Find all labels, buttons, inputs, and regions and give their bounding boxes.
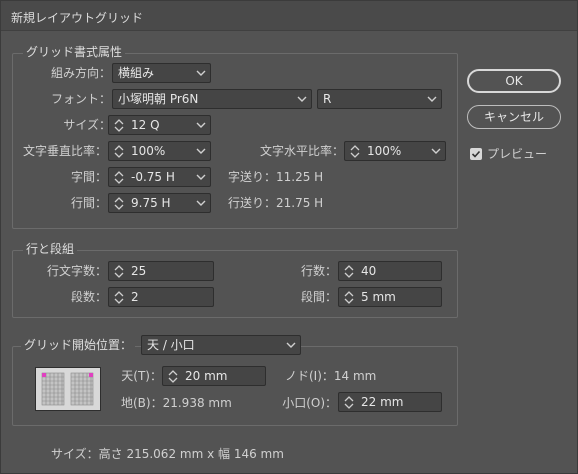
lines-columns-legend: 行と段組 [23, 242, 78, 256]
char-aki-combo[interactable]: -0.75 H [108, 167, 211, 187]
lines-value: 40 [361, 264, 377, 278]
line-gap-combo[interactable]: 9.75 H [108, 193, 211, 213]
gutter-field[interactable]: 5 mm [338, 287, 442, 307]
direction-value: 横組み [118, 66, 155, 80]
stepper-arrows-icon[interactable] [166, 369, 180, 384]
new-layout-grid-dialog: 新規レイアウトグリッド グリッド書式属性 組み方向： 横組み フォント： 小塚明… [0, 0, 578, 474]
stepper-arrows-icon[interactable] [348, 144, 362, 159]
outside-margin-value: 22 mm [361, 395, 404, 409]
chevron-down-icon [297, 96, 307, 102]
start-position-legend: グリッド開始位置： [21, 338, 136, 352]
chars-per-line-value: 25 [131, 264, 147, 278]
size-label: サイズ： [63, 118, 111, 132]
size-combo[interactable]: 12 Q [108, 115, 211, 135]
chevron-down-icon [196, 174, 206, 180]
horizontal-scale-combo[interactable]: 100% [344, 141, 446, 161]
chevron-down-icon [431, 148, 441, 154]
horizontal-scale-value: 100% [367, 144, 402, 158]
char-aki-label: 字間： [70, 170, 107, 184]
chevron-down-icon [196, 122, 206, 128]
start-position-select[interactable]: 天 / 小口 [141, 335, 301, 355]
font-style-select[interactable]: R [317, 89, 442, 109]
window-title: 新規レイアウトグリッド [11, 11, 144, 25]
outside-margin-field[interactable]: 22 mm [338, 392, 442, 412]
font-style-value: R [323, 92, 332, 106]
direction-select[interactable]: 横組み [112, 63, 211, 83]
char-feed-readout: 字送り：11.25 H [228, 170, 324, 184]
checkmark-icon [471, 150, 481, 158]
stepper-arrows-icon[interactable] [112, 290, 126, 305]
stepper-arrows-icon[interactable] [342, 290, 356, 305]
chars-per-line-label: 行文字数： [46, 264, 107, 278]
stepper-arrows-icon[interactable] [112, 264, 126, 279]
stepper-arrows-icon[interactable] [112, 118, 126, 133]
line-gap-label: 行間： [70, 196, 107, 210]
font-label: フォント： [50, 92, 111, 106]
font-family-select[interactable]: 小塚明朝 Pr6N [112, 89, 312, 109]
bottom-margin-readout: 地(B)：21.938 mm [121, 396, 232, 410]
columns-field[interactable]: 2 [108, 287, 214, 307]
vertical-scale-combo[interactable]: 100% [108, 141, 211, 161]
columns-value: 2 [131, 290, 139, 304]
size-summary: サイズ：高さ 215.062 mm x 幅 146 mm [51, 447, 284, 461]
chevron-down-icon [196, 200, 206, 206]
chevron-down-icon [286, 342, 296, 348]
vertical-scale-value: 100% [131, 144, 166, 158]
lines-field[interactable]: 40 [338, 261, 442, 281]
chevron-down-icon [427, 96, 437, 102]
line-gap-value: 9.75 H [131, 196, 171, 210]
stepper-arrows-icon[interactable] [112, 170, 126, 185]
char-aki-value: -0.75 H [131, 170, 175, 184]
size-value: 12 Q [131, 118, 160, 132]
vertical-scale-label: 文字垂直比率： [22, 144, 107, 158]
chevron-down-icon [196, 148, 206, 154]
gutter-label: 段間： [300, 290, 337, 304]
inside-margin-readout: ノド(I)：14 mm [285, 369, 377, 383]
stepper-arrows-icon[interactable] [342, 264, 356, 279]
chevron-down-icon [196, 70, 206, 76]
stepper-arrows-icon[interactable] [112, 196, 126, 211]
grid-attributes-legend: グリッド書式属性 [23, 45, 126, 59]
top-margin-label: 天(T)： [121, 369, 162, 383]
cancel-button[interactable]: キャンセル [467, 105, 561, 129]
grid-preview-thumbnail [35, 367, 101, 411]
horizontal-scale-label: 文字水平比率： [259, 144, 344, 158]
font-family-value: 小塚明朝 Pr6N [118, 92, 199, 106]
preview-checkbox[interactable] [470, 148, 482, 160]
start-position-value: 天 / 小口 [147, 338, 195, 352]
direction-label: 組み方向： [50, 66, 111, 80]
chars-per-line-field[interactable]: 25 [108, 261, 214, 281]
gutter-value: 5 mm [361, 290, 396, 304]
stepper-arrows-icon[interactable] [342, 395, 356, 410]
lines-label: 行数： [300, 264, 337, 278]
preview-label[interactable]: プレビュー [487, 145, 547, 163]
columns-label: 段数： [70, 290, 107, 304]
top-margin-value: 20 mm [185, 369, 228, 383]
top-margin-field[interactable]: 20 mm [162, 366, 266, 386]
stepper-arrows-icon[interactable] [112, 144, 126, 159]
title-bar: 新規レイアウトグリッド [1, 1, 577, 31]
outside-margin-label: 小口(O)： [282, 396, 337, 410]
line-feed-readout: 行送り：21.75 H [228, 196, 324, 210]
ok-button[interactable]: OK [467, 69, 561, 93]
